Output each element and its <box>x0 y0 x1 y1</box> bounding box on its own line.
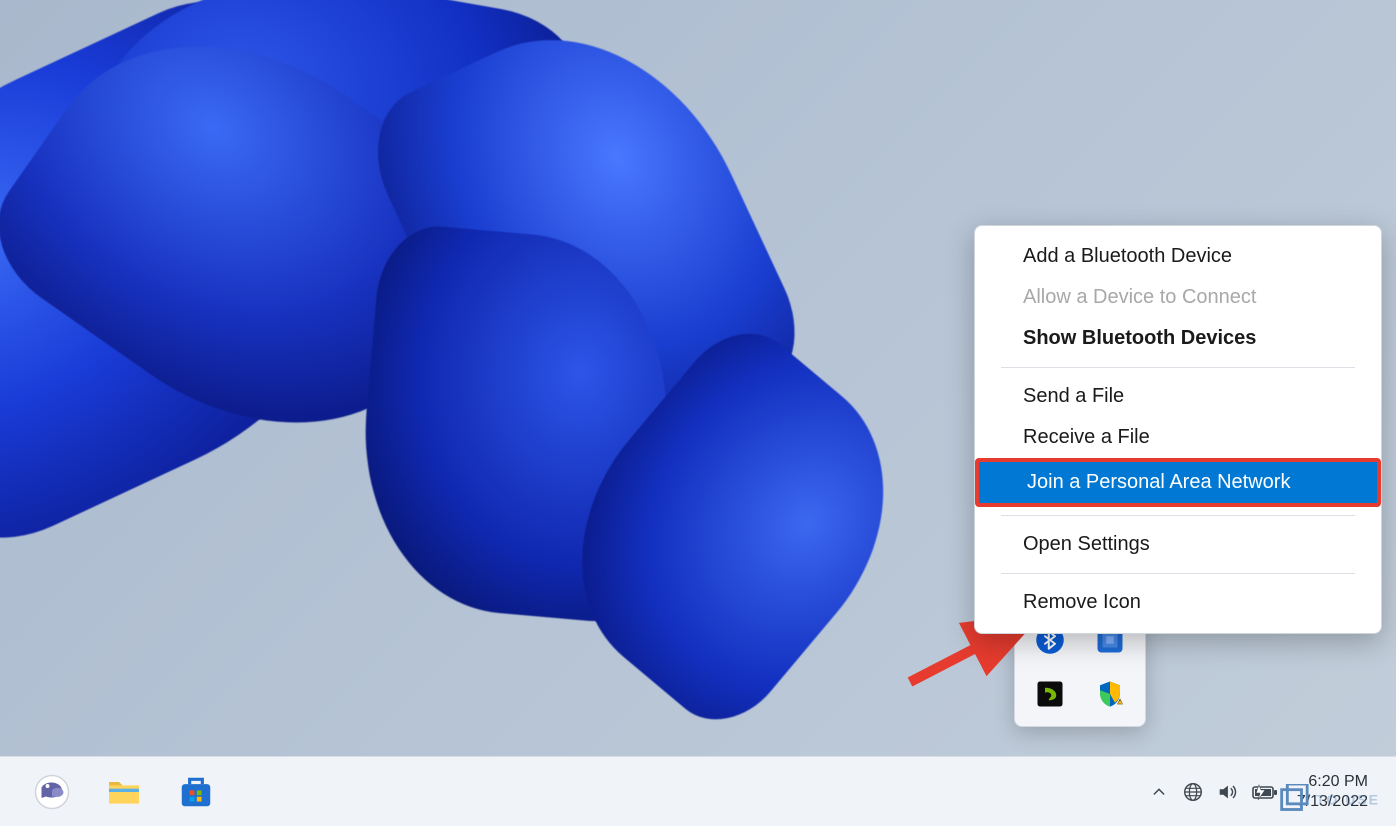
menu-send-file[interactable]: Send a File <box>975 376 1381 417</box>
bluetooth-context-menu: Add a Bluetooth Device Allow a Device to… <box>974 225 1382 634</box>
svg-text:!: ! <box>1119 699 1120 705</box>
microsoft-store-icon <box>177 773 215 811</box>
taskbar-file-explorer-icon[interactable] <box>102 770 146 814</box>
wallpaper-bloom <box>0 0 850 756</box>
taskbar-system-area: 6:20 PM 7/13/2022 <box>1143 770 1396 814</box>
taskbar: 6:20 PM 7/13/2022 <box>0 756 1396 826</box>
menu-receive-file[interactable]: Receive a File <box>975 417 1381 458</box>
volume-icon <box>1216 781 1238 803</box>
menu-add-bluetooth-device[interactable]: Add a Bluetooth Device <box>975 236 1381 277</box>
taskbar-chat-icon[interactable] <box>30 770 74 814</box>
taskbar-pinned-apps <box>0 770 218 814</box>
chevron-up-icon <box>1151 784 1167 800</box>
nvidia-icon <box>1035 679 1065 709</box>
taskbar-tray-chevron[interactable] <box>1143 770 1175 814</box>
menu-separator <box>1001 573 1355 574</box>
chat-icon <box>34 774 70 810</box>
menu-allow-device-connect: Allow a Device to Connect <box>975 277 1381 318</box>
menu-separator <box>1001 515 1355 516</box>
menu-remove-icon[interactable]: Remove Icon <box>975 582 1381 623</box>
language-icon <box>1182 781 1204 803</box>
menu-join-pan[interactable]: Join a Personal Area Network <box>979 462 1377 503</box>
windows-security-icon: ! <box>1095 679 1125 709</box>
clock-date: 7/13/2022 <box>1297 792 1368 812</box>
taskbar-volume-icon[interactable] <box>1211 770 1243 814</box>
tray-nvidia-icon[interactable] <box>1023 670 1077 718</box>
tray-windows-security-icon[interactable]: ! <box>1083 670 1137 718</box>
taskbar-clock[interactable]: 6:20 PM 7/13/2022 <box>1287 772 1378 812</box>
taskbar-language-icon[interactable] <box>1177 770 1209 814</box>
annotation-highlight-box: Join a Personal Area Network <box>975 458 1381 507</box>
battery-icon <box>1250 781 1280 803</box>
taskbar-battery-icon[interactable] <box>1245 770 1285 814</box>
file-explorer-icon <box>104 772 144 812</box>
menu-show-bluetooth-devices[interactable]: Show Bluetooth Devices <box>975 318 1381 359</box>
menu-separator <box>1001 367 1355 368</box>
clock-time: 6:20 PM <box>1297 772 1368 792</box>
taskbar-microsoft-store-icon[interactable] <box>174 770 218 814</box>
menu-open-settings[interactable]: Open Settings <box>975 524 1381 565</box>
